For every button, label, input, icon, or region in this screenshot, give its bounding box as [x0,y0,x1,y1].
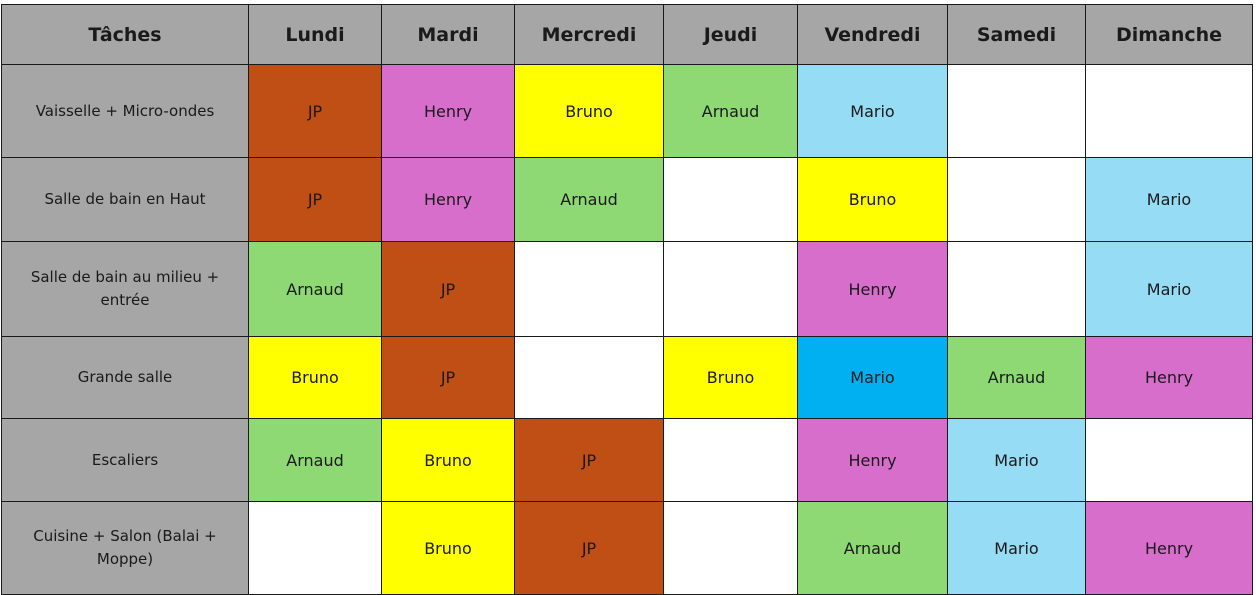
assignee-cell [663,418,798,502]
assignee-cell: Bruno [248,336,382,419]
assignee-cell [663,241,798,337]
task-cell: Grande salle [1,336,249,419]
assignee-cell [663,157,798,242]
assignee-cell: Arnaud [248,418,382,502]
table-row: Escaliers Arnaud Bruno JP Henry Mario [1,418,1253,502]
assignee-cell: JP [248,64,382,158]
assignee-cell: Henry [797,418,948,502]
assignee-cell [1085,64,1253,158]
assignee-cell: Mario [1085,157,1253,242]
task-cell: Salle de bain en Haut [1,157,249,242]
chore-schedule-table: Tâches Lundi Mardi Mercredi Jeudi Vendre… [1,4,1253,595]
assignee-cell: JP [381,241,515,337]
assignee-cell: Henry [1085,336,1253,419]
assignee-cell: Henry [1085,501,1253,595]
assignee-cell: Bruno [381,418,515,502]
assignee-cell: Henry [381,64,515,158]
assignee-cell [248,501,382,595]
table-row: Cuisine + Salon (Balai + Moppe) Bruno JP… [1,501,1253,595]
assignee-cell [663,501,798,595]
assignee-cell: JP [514,501,664,595]
task-cell: Cuisine + Salon (Balai + Moppe) [1,501,249,595]
assignee-cell: Arnaud [663,64,798,158]
table-row: Grande salle Bruno JP Bruno Mario Arnaud… [1,336,1253,419]
assignee-cell [514,336,664,419]
assignee-cell [947,64,1086,158]
assignee-cell: Arnaud [797,501,948,595]
assignee-cell [947,241,1086,337]
assignee-cell: Arnaud [248,241,382,337]
header-jeudi: Jeudi [663,4,798,65]
assignee-cell: Mario [797,336,948,419]
task-cell: Escaliers [1,418,249,502]
table-row: Salle de bain en Haut JP Henry Arnaud Br… [1,157,1253,242]
assignee-cell: Bruno [663,336,798,419]
assignee-cell: Henry [381,157,515,242]
header-samedi: Samedi [947,4,1086,65]
assignee-cell: Bruno [381,501,515,595]
assignee-cell: Arnaud [514,157,664,242]
assignee-cell: Henry [797,241,948,337]
header-dimanche: Dimanche [1085,4,1253,65]
assignee-cell: Mario [797,64,948,158]
assignee-cell [947,157,1086,242]
header-taches: Tâches [1,4,249,65]
header-mercredi: Mercredi [514,4,664,65]
assignee-cell: JP [248,157,382,242]
assignee-cell [514,241,664,337]
table-row: Vaisselle + Micro-ondes JP Henry Bruno A… [1,64,1253,158]
header-vendredi: Vendredi [797,4,948,65]
assignee-cell: Arnaud [947,336,1086,419]
header-mardi: Mardi [381,4,515,65]
header-row: Tâches Lundi Mardi Mercredi Jeudi Vendre… [1,4,1253,65]
assignee-cell: Bruno [514,64,664,158]
assignee-cell: Mario [1085,241,1253,337]
assignee-cell [1085,418,1253,502]
header-lundi: Lundi [248,4,382,65]
table-row: Salle de bain au milieu + entrée Arnaud … [1,241,1253,337]
assignee-cell: Bruno [797,157,948,242]
assignee-cell: Mario [947,418,1086,502]
assignee-cell: JP [381,336,515,419]
task-cell: Vaisselle + Micro-ondes [1,64,249,158]
assignee-cell: JP [514,418,664,502]
task-cell: Salle de bain au milieu + entrée [1,241,249,337]
assignee-cell: Mario [947,501,1086,595]
